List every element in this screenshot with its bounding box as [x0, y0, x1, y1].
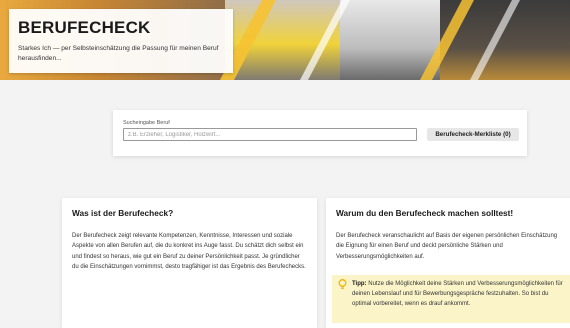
info-card-title: Was ist der Berufecheck?: [72, 208, 174, 218]
info-card-title: Warum du den Berufecheck machen solltest…: [336, 208, 514, 218]
job-search-panel: Sucheingabe Beruf Berufecheck-Merkliste …: [113, 110, 527, 156]
info-card-text: Der Berufecheck veranschaulicht auf Basi…: [336, 233, 558, 260]
job-search-input[interactable]: [123, 128, 417, 141]
page-subtitle: Starkes Ich — per Selbsteinschätzung die…: [18, 45, 219, 62]
tip-label: Tipp:: [352, 281, 367, 287]
lightbulb-icon: [338, 279, 347, 289]
tip-text: Tipp: Nutze die Möglichkeit deine Stärke…: [352, 279, 564, 310]
hero-banner: BERUFECHECK Starkes Ich — per Selbsteins…: [0, 0, 570, 80]
merkliste-button[interactable]: Berufecheck-Merkliste (0): [427, 128, 519, 141]
info-card-text: Der Berufecheck zeigt relevante Kompeten…: [72, 233, 306, 270]
tip-message: Nutze die Möglichkeit deine Stärken und …: [352, 281, 563, 308]
hero-title-card: BERUFECHECK Starkes Ich — per Selbsteins…: [9, 9, 233, 73]
tip-box: Tipp: Nutze die Möglichkeit deine Stärke…: [332, 275, 570, 323]
page-title: BERUFECHECK: [18, 18, 151, 37]
info-card-what: Was ist der Berufecheck? Der Berufecheck…: [62, 198, 317, 328]
info-card-why: Warum du den Berufecheck machen solltest…: [326, 198, 570, 328]
search-label: Sucheingabe Beruf: [123, 120, 170, 126]
